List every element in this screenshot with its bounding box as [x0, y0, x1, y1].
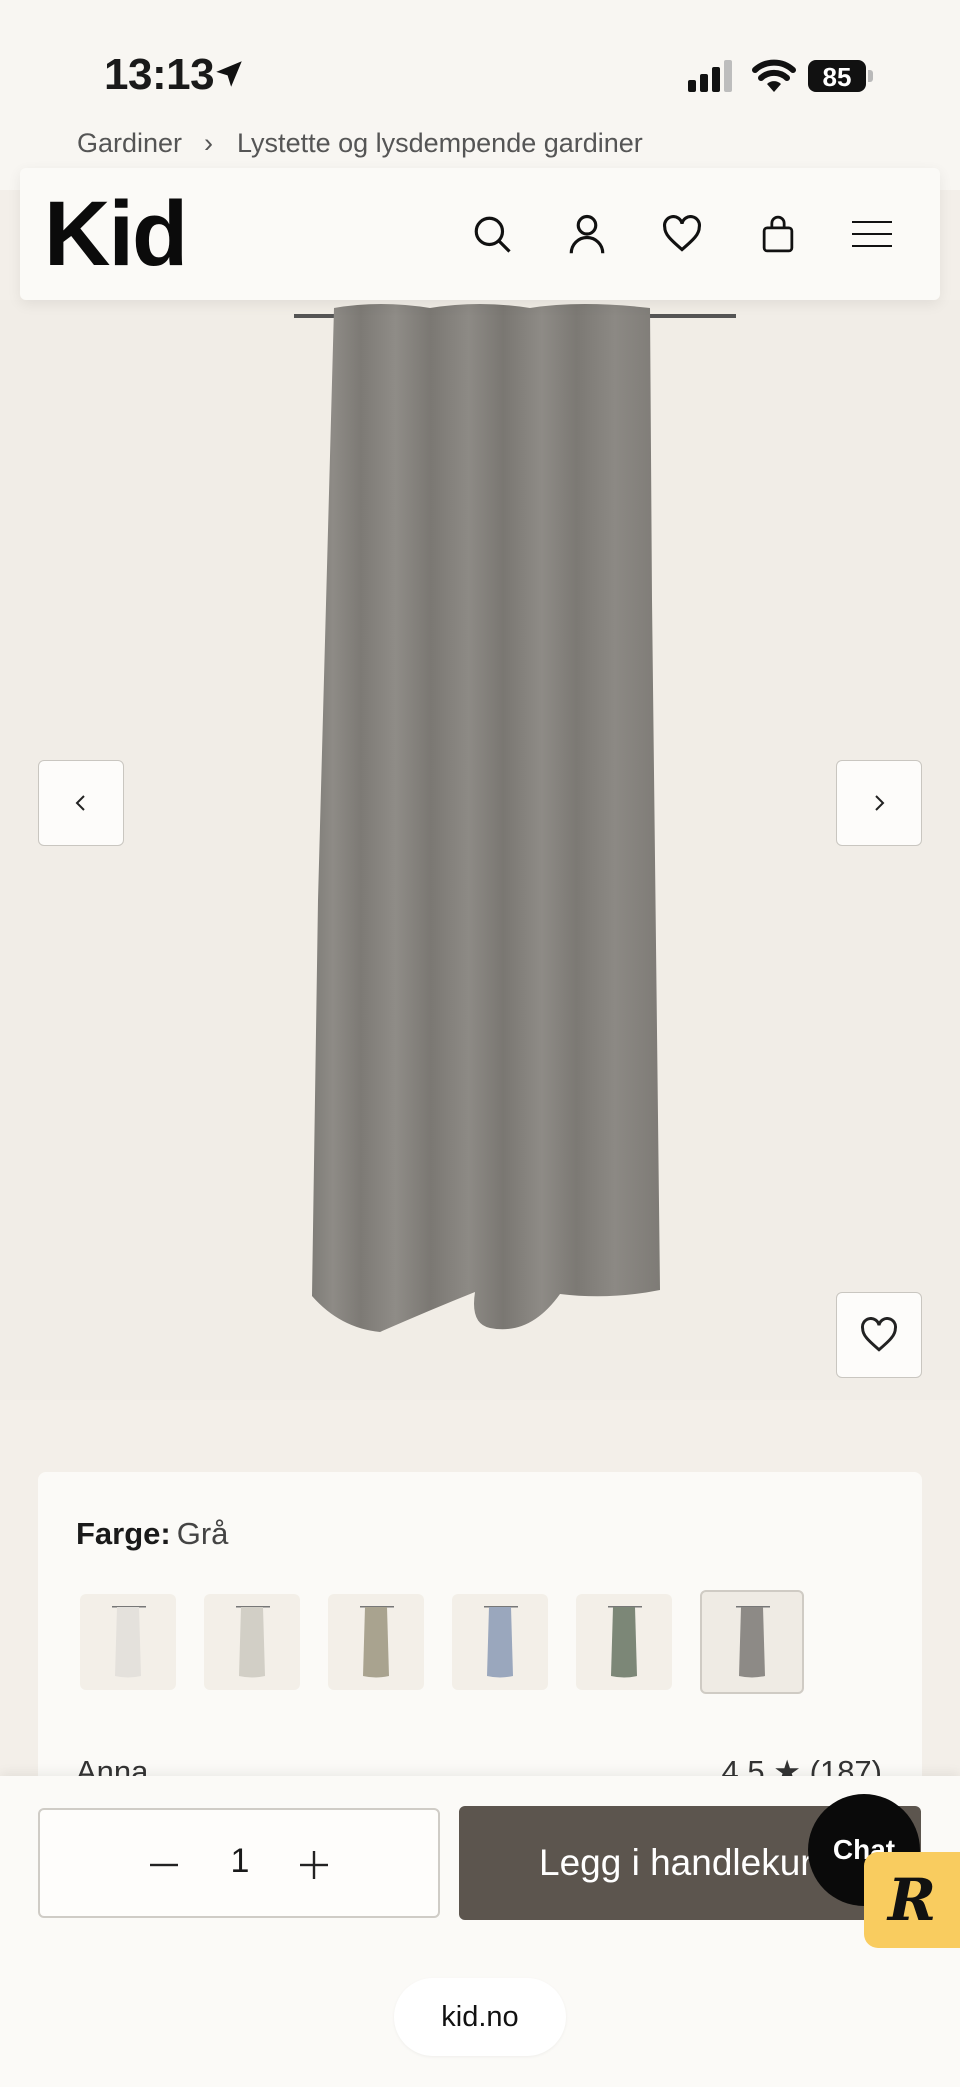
battery-level: 85 — [822, 62, 852, 92]
site-logo[interactable]: Kid — [44, 182, 188, 287]
chevron-left-icon — [75, 795, 85, 811]
color-swatch[interactable] — [204, 1594, 300, 1690]
color-swatches — [80, 1590, 804, 1694]
reviews-badge-icon[interactable]: R — [864, 1852, 960, 1948]
quantity-value[interactable]: 1 — [220, 1842, 260, 1881]
gallery-prev-button[interactable] — [38, 760, 124, 846]
product-image-gallery — [0, 300, 960, 1400]
curtain-thumbnail-icon — [484, 1606, 518, 1678]
curtain-thumbnail-icon — [736, 1606, 770, 1678]
page: 13:13 85 Gardiner › Lystette og lysdempe… — [0, 0, 960, 2087]
add-to-cart-bar: 1 Legg i handlekurv Chat R kid.no — [0, 1776, 960, 2087]
breadcrumb-item-lystette[interactable]: Lystette og lysdempende gardiner — [237, 128, 643, 159]
selected-color: Grå — [176, 1516, 229, 1551]
gallery-next-button[interactable] — [836, 760, 922, 846]
cellular-signal-icon — [688, 60, 732, 92]
minus-icon — [150, 1863, 178, 1867]
hamburger-menu-icon — [852, 221, 892, 247]
curtain-thumbnail-icon — [112, 1606, 146, 1678]
color-label: Farge: Grå — [76, 1516, 228, 1552]
site-header: Kid — [20, 168, 940, 300]
user-icon — [569, 214, 605, 254]
browser-url-bar[interactable]: kid.no — [394, 1978, 566, 2056]
wishlist-button[interactable] — [656, 208, 708, 260]
account-button[interactable] — [561, 208, 613, 260]
menu-button[interactable] — [846, 208, 898, 260]
color-label-title: Farge: — [76, 1516, 171, 1551]
curtain-thumbnail-icon — [360, 1606, 394, 1678]
wifi-icon — [752, 59, 796, 92]
search-button[interactable] — [466, 208, 518, 260]
status-bar: 13:13 85 — [0, 0, 960, 190]
status-time: 13:13 — [104, 50, 215, 99]
heart-icon — [663, 215, 701, 252]
plus-icon — [300, 1851, 328, 1879]
curtain-thumbnail-icon — [608, 1606, 642, 1678]
add-to-wishlist-button[interactable] — [836, 1292, 922, 1378]
product-image — [230, 300, 740, 1360]
curtain-thumbnail-icon — [236, 1606, 270, 1678]
color-swatch[interactable] — [80, 1594, 176, 1690]
breadcrumb-item-gardiner[interactable]: Gardiner — [77, 128, 182, 159]
breadcrumb: Gardiner › Lystette og lysdempende gardi… — [77, 128, 643, 159]
quantity-stepper: 1 — [38, 1808, 440, 1918]
cart-button[interactable] — [752, 208, 804, 260]
battery-icon: 85 — [808, 60, 874, 92]
location-arrow-icon — [216, 61, 242, 87]
color-swatch[interactable] — [328, 1594, 424, 1690]
color-swatch[interactable] — [452, 1594, 548, 1690]
heart-icon — [861, 1317, 897, 1352]
color-swatch[interactable] — [700, 1590, 804, 1694]
product-options-panel: Farge: Grå Anna 4,5 ★ (187) — [38, 1472, 922, 1802]
breadcrumb-separator: › — [204, 128, 214, 158]
shopping-bag-icon — [762, 215, 794, 253]
search-icon — [474, 216, 511, 253]
color-swatch[interactable] — [576, 1594, 672, 1690]
quantity-increase-button[interactable] — [294, 1848, 334, 1882]
chevron-right-icon — [875, 795, 885, 811]
quantity-decrease-button[interactable] — [144, 1848, 184, 1882]
curtain-image — [294, 304, 736, 1332]
